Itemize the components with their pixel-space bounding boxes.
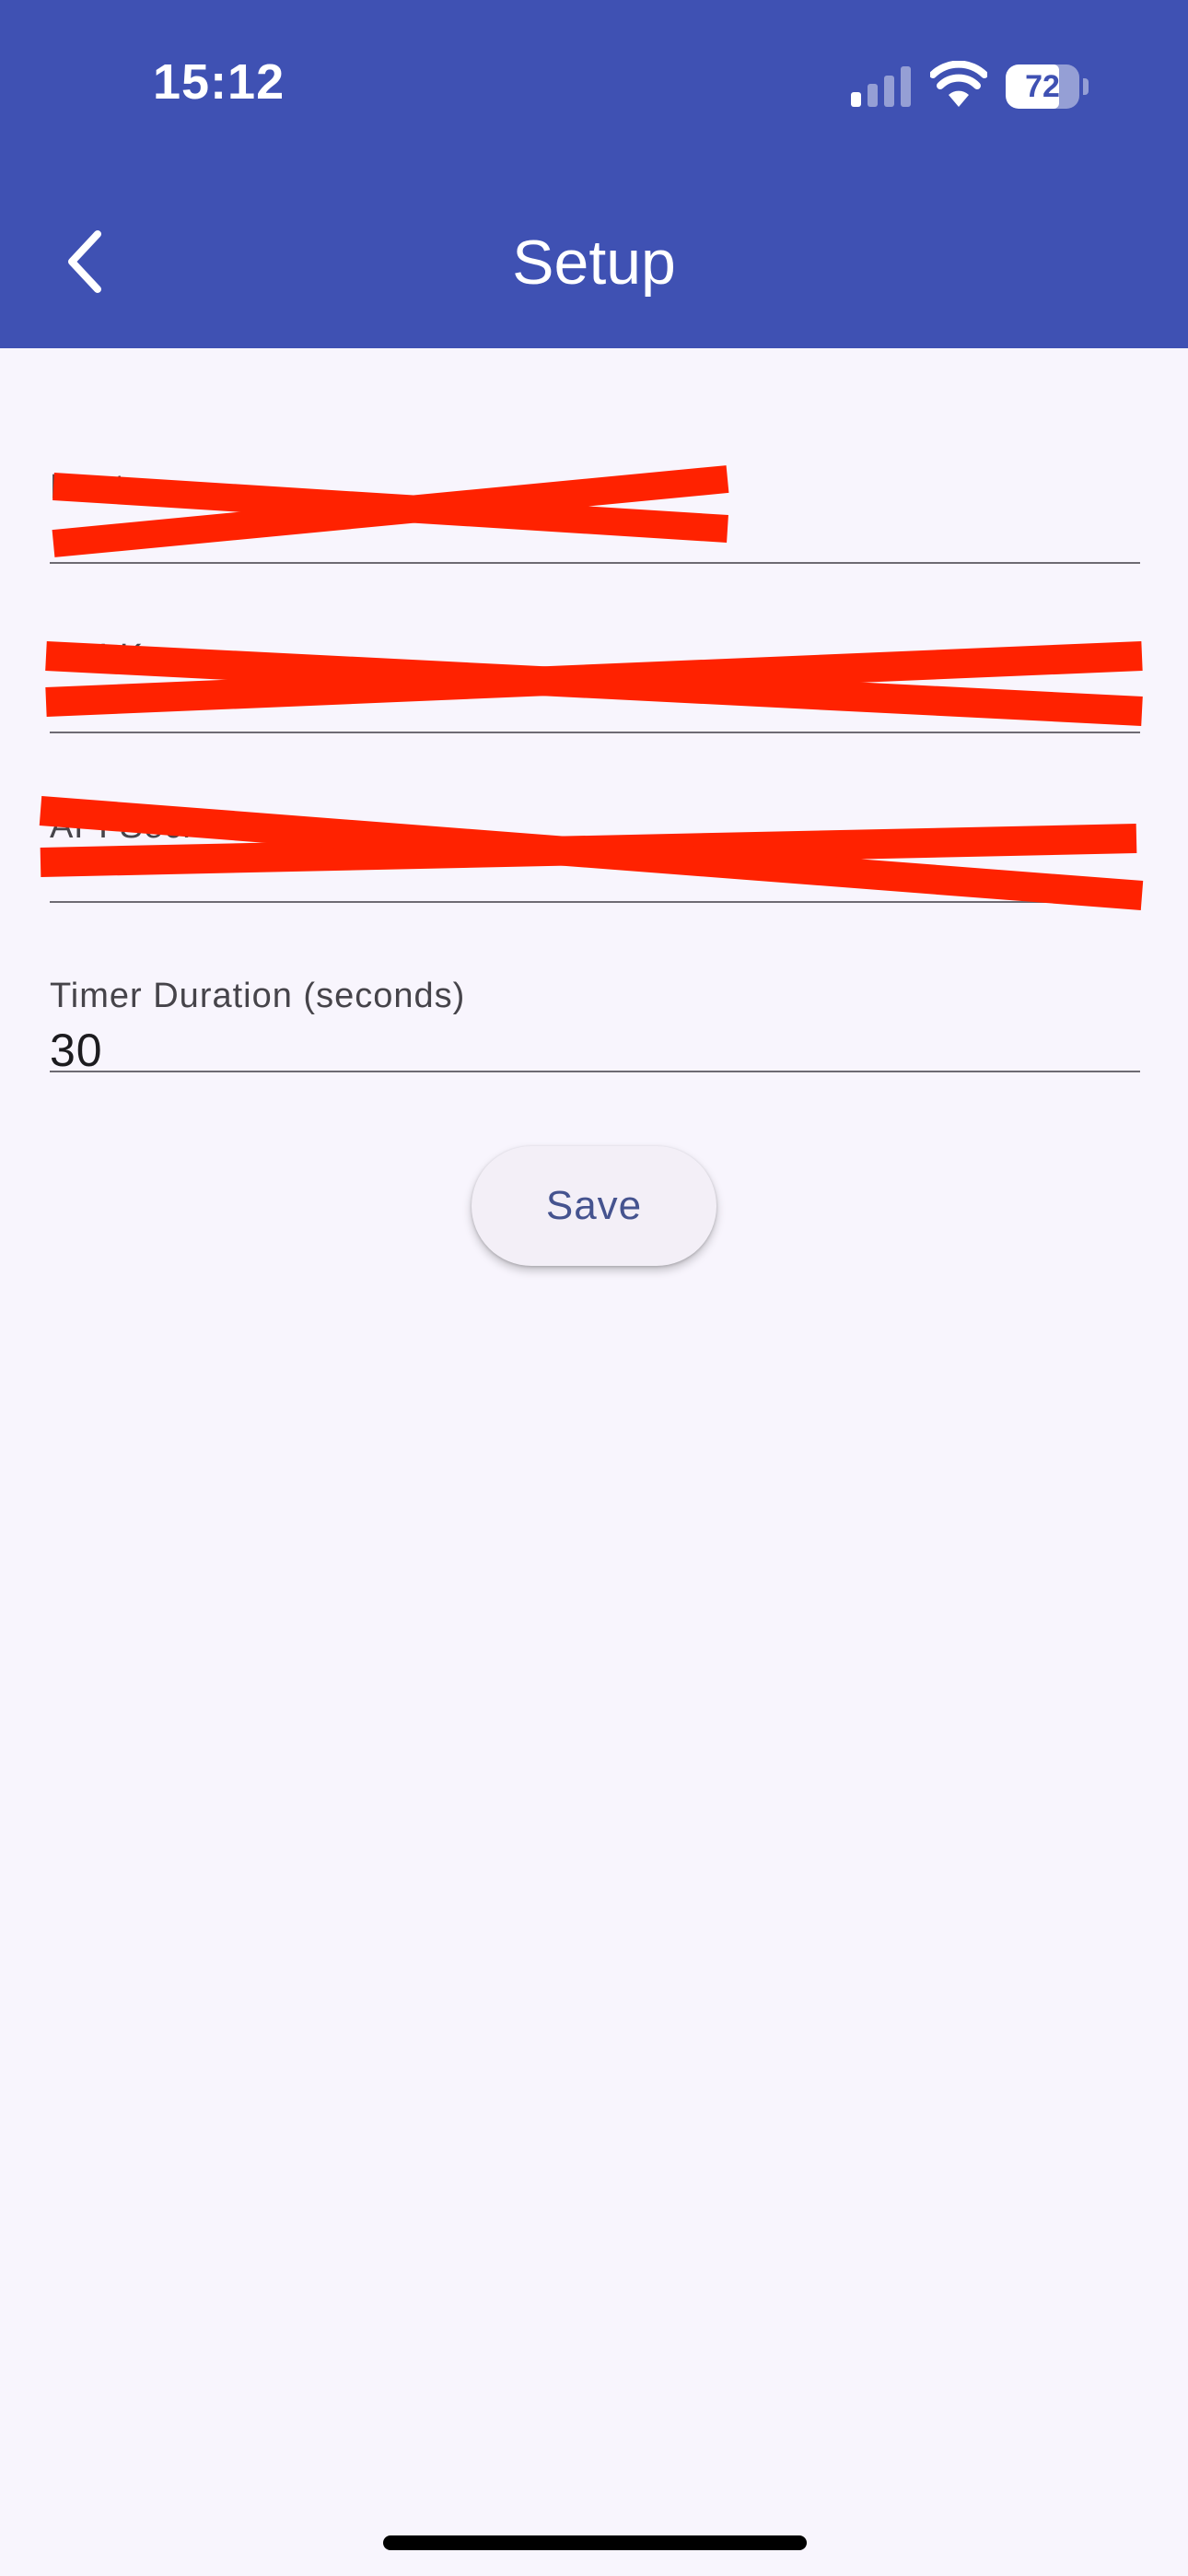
api-secret-input[interactable] [50,853,1140,908]
timer-duration-input[interactable] [50,1023,1140,1078]
timer-duration-label: Timer Duration (seconds) [50,977,466,1015]
host-input[interactable] [50,514,1140,569]
api-secret-field: API Secret [50,733,1140,908]
app-header: 15:12 72 Setup [0,0,1188,348]
home-indicator [383,2535,807,2550]
save-button[interactable]: Save [472,1146,716,1266]
page-title: Setup [512,228,676,298]
battery-level: 72 [1025,69,1060,104]
api-secret-label: API Secret [50,807,227,846]
api-key-input[interactable] [50,684,1140,739]
battery-icon: 72 [1006,64,1089,109]
setup-screen: 15:12 72 Setup Host API Key API Secret T… [0,0,1188,2576]
host-field: Host [50,394,1140,569]
api-key-field: API Key [50,564,1140,739]
status-time: 15:12 [153,54,285,110]
cellular-signal-icon [851,66,911,107]
wifi-icon [930,61,987,107]
host-label: Host [50,468,126,507]
api-key-label: API Key [50,638,183,676]
timer-duration-field: Timer Duration (seconds) [50,903,1140,1078]
